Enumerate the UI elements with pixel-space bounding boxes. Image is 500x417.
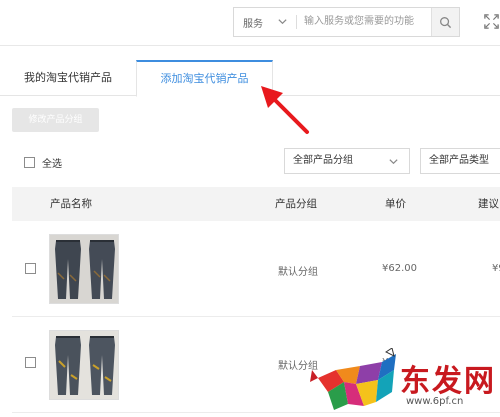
product-thumbnail[interactable]	[49, 234, 119, 304]
suggested-price-cell: ¥9	[492, 263, 500, 274]
search-input[interactable]: 输入服务或您需要的功能	[304, 8, 414, 36]
watermark: 东发网 www.6pf.cn	[308, 348, 500, 417]
column-product-name: 产品名称	[50, 198, 92, 210]
table-header: 产品名称 产品分组 单价 建议	[12, 187, 500, 221]
chevron-down-icon	[278, 19, 287, 25]
product-group-cell: 默认分组	[278, 267, 318, 278]
price-cell: ¥62.00	[382, 263, 417, 274]
chevron-down-icon	[389, 159, 398, 165]
red-arrow-annotation	[261, 86, 309, 134]
table-row: 默认分组 ¥62.00 ¥9	[12, 221, 500, 317]
group-filter-select[interactable]: 全部产品分组	[284, 148, 410, 174]
bull-logo-icon	[310, 348, 396, 410]
select-all-label: 全选	[42, 159, 62, 170]
top-bar: 服务 输入服务或您需要的功能	[0, 0, 500, 46]
jeans-image	[50, 235, 118, 303]
jeans-image	[50, 331, 118, 399]
tab-bar: 我的淘宝代销产品 添加淘宝代销产品	[0, 60, 500, 97]
watermark-text: 东发网	[400, 364, 496, 399]
type-filter-value: 全部产品类型	[429, 155, 489, 166]
service-label: 服务	[243, 18, 263, 30]
tab-my-products[interactable]: 我的淘宝代销产品	[0, 60, 136, 96]
select-all-checkbox[interactable]	[24, 157, 35, 168]
watermark-url: www.6pf.cn	[406, 396, 464, 407]
row-checkbox[interactable]	[25, 263, 36, 274]
group-filter-value: 全部产品分组	[293, 155, 353, 166]
tab-add-products[interactable]: 添加淘宝代销产品	[136, 60, 273, 97]
type-filter-select[interactable]: 全部产品类型	[420, 148, 500, 174]
column-product-group: 产品分组	[275, 198, 317, 210]
divider	[296, 15, 297, 29]
service-search: 服务 输入服务或您需要的功能	[233, 7, 460, 37]
modify-group-button[interactable]: 修改产品分组	[12, 108, 99, 132]
product-thumbnail[interactable]	[49, 330, 119, 400]
row-checkbox[interactable]	[25, 357, 36, 368]
column-price: 单价	[385, 198, 406, 210]
column-suggested: 建议	[478, 198, 499, 210]
service-dropdown[interactable]: 服务	[234, 8, 296, 36]
search-button[interactable]	[431, 8, 459, 36]
expand-icon[interactable]	[483, 13, 500, 30]
search-icon	[440, 16, 452, 28]
